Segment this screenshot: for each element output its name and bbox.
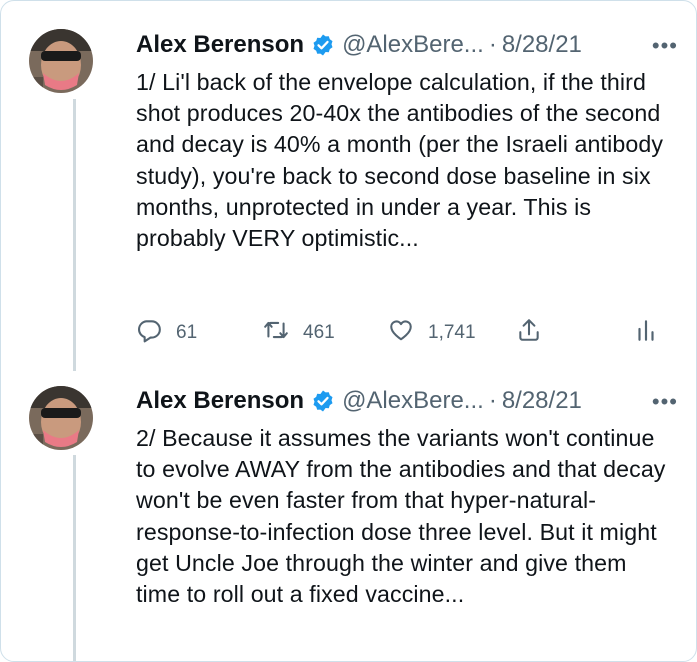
retweet-button[interactable]: 461 — [263, 318, 335, 348]
more-options-icon[interactable]: ••• — [652, 33, 678, 59]
thread-line — [73, 455, 76, 661]
share-button[interactable] — [516, 318, 542, 348]
like-count: 1,741 — [428, 322, 476, 343]
tweet-thread: Alex Berenson @AlexBere... · 8/28/21 •••… — [0, 0, 697, 662]
analytics-icon — [633, 317, 659, 349]
analytics-button[interactable] — [633, 318, 659, 348]
author-name[interactable]: Alex Berenson — [136, 387, 304, 415]
tweet-2[interactable]: Alex Berenson @AlexBere... · 8/28/21 •••… — [1, 371, 696, 661]
reply-button[interactable]: 61 — [136, 318, 197, 348]
avatar[interactable] — [29, 29, 93, 93]
like-button[interactable]: 1,741 — [388, 318, 476, 348]
tweet-text: 1/ Li'l back of the envelope calculation… — [136, 69, 664, 252]
reply-count: 61 — [176, 322, 198, 343]
tweet-header: Alex Berenson @AlexBere... · 8/28/21 — [136, 386, 582, 416]
separator: · — [488, 31, 497, 58]
like-icon — [388, 317, 414, 349]
reply-icon — [136, 317, 162, 349]
tweet-text: 2/ Because it assumes the variants won't… — [136, 425, 666, 608]
verified-badge-icon — [311, 33, 335, 57]
tweet-1[interactable]: Alex Berenson @AlexBere... · 8/28/21 •••… — [1, 1, 696, 371]
separator: · — [488, 387, 497, 414]
tweet-header: Alex Berenson @AlexBere... · 8/28/21 — [136, 30, 582, 60]
tweet-actions: 61 461 1,741 — [136, 318, 666, 348]
author-handle[interactable]: @AlexBere... — [342, 31, 484, 59]
avatar[interactable] — [29, 386, 93, 450]
author-handle[interactable]: @AlexBere... — [342, 387, 484, 415]
more-options-icon[interactable]: ••• — [652, 389, 678, 415]
author-name[interactable]: Alex Berenson — [136, 31, 304, 59]
tweet-date[interactable]: 8/28/21 — [502, 387, 582, 415]
tweet-date[interactable]: 8/28/21 — [502, 31, 582, 59]
thread-line — [73, 99, 76, 371]
share-icon — [516, 317, 542, 349]
retweet-count: 461 — [303, 322, 335, 343]
verified-badge-icon — [311, 389, 335, 413]
retweet-icon — [263, 317, 289, 349]
